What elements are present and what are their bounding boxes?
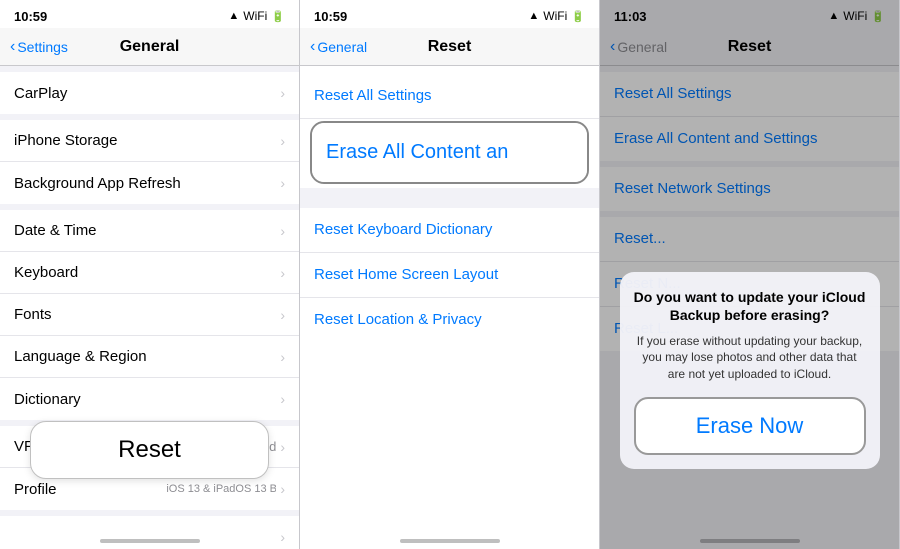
status-icons-2: ▲ WiFi 🔋 [528, 9, 585, 23]
status-icons-1: ▲ WiFi 🔋 [228, 9, 285, 23]
bg-refresh-label: Background App Refresh [14, 175, 181, 192]
nav-back-1[interactable]: ‹ Settings [10, 38, 68, 56]
fonts-right: › [276, 307, 285, 323]
nav-bar-1: ‹ Settings General [0, 28, 299, 66]
nav-back-label-1[interactable]: Settings [17, 39, 68, 55]
carplay-right: › [276, 85, 285, 101]
settings-item-iphone-storage[interactable]: iPhone Storage › [0, 120, 299, 162]
status-time-1: 10:59 [14, 9, 47, 24]
nav-bar-2: ‹ General Reset [300, 28, 599, 66]
wifi-icon-2: WiFi [543, 9, 567, 23]
battery-icon: 🔋 [271, 10, 285, 23]
nav-title-1: General [120, 38, 180, 56]
settings-group-storage: iPhone Storage › Background App Refresh … [0, 120, 299, 204]
separator-2 [300, 188, 599, 208]
signal-icon: ▲ [228, 10, 239, 22]
reset-location-item[interactable]: Reset Location & Privacy [300, 298, 599, 342]
storage-right: › [276, 133, 285, 149]
status-time-2: 10:59 [314, 9, 347, 24]
reset-keyboard-item[interactable]: Reset Keyboard Dictionary [300, 208, 599, 253]
reset-button[interactable]: Reset [30, 421, 269, 479]
erase-all-item[interactable]: Erase All Content an [312, 123, 587, 182]
settings-item-keyboard[interactable]: Keyboard › [0, 252, 299, 294]
screen1: 10:59 ▲ WiFi 🔋 ‹ Settings General CarPla… [0, 0, 300, 549]
iphone-storage-label: iPhone Storage [14, 132, 117, 149]
signal-icon-2: ▲ [528, 10, 539, 22]
carplay-label: CarPlay [14, 85, 67, 102]
language-label: Language & Region [14, 348, 147, 365]
screen2: 10:59 ▲ WiFi 🔋 ‹ General Reset Reset All… [300, 0, 600, 549]
chevron-right-icon-5: › [280, 265, 285, 281]
chevron-right-icon-2: › [280, 133, 285, 149]
reset-options-group: Reset Keyboard Dictionary Reset Home Scr… [300, 208, 599, 342]
language-right: › [276, 349, 285, 365]
reset-keyboard-label: Reset Keyboard Dictionary [314, 221, 492, 238]
datetime-label: Date & Time [14, 222, 97, 239]
status-bar-1: 10:59 ▲ WiFi 🔋 [0, 0, 299, 28]
alert-dialog: Do you want to update your iCloud Backup… [620, 272, 880, 469]
reset-home-item[interactable]: Reset Home Screen Layout [300, 253, 599, 298]
reset-all-item[interactable]: Reset All Settings [300, 74, 599, 119]
reset-button-area: Reset [0, 411, 299, 489]
wifi-icon: WiFi [243, 9, 267, 23]
settings-item-datetime[interactable]: Date & Time › [0, 210, 299, 252]
chevron-right-icon-4: › [280, 223, 285, 239]
reset-location-label: Reset Location & Privacy [314, 311, 482, 328]
settings-item-carplay[interactable]: CarPlay › [0, 72, 299, 114]
battery-icon-2: 🔋 [571, 10, 585, 23]
chevron-right-icon-7: › [280, 349, 285, 365]
datetime-right: › [276, 223, 285, 239]
fonts-label: Fonts [14, 306, 52, 323]
dictionary-label: Dictionary [14, 391, 81, 408]
settings-item-fonts[interactable]: Fonts › [0, 294, 299, 336]
reset-all-label: Reset All Settings [314, 87, 432, 104]
settings-item-bg-refresh[interactable]: Background App Refresh › [0, 162, 299, 204]
erase-now-button[interactable]: Erase Now [634, 397, 866, 455]
home-indicator-1 [100, 539, 200, 543]
erase-all-label: Erase All Content an [326, 141, 508, 163]
nav-back-label-2[interactable]: General [317, 39, 367, 55]
reset-all-container: Reset All Settings [300, 74, 599, 119]
screen3: 11:03 ▲ WiFi 🔋 ‹ General Reset Reset All… [600, 0, 900, 549]
settings-group-carplay: CarPlay › [0, 72, 299, 114]
chevron-right-icon-11: › [280, 529, 285, 545]
keyboard-label: Keyboard [14, 264, 78, 281]
bg-right: › [276, 175, 285, 191]
reset-home-label: Reset Home Screen Layout [314, 266, 498, 283]
home-indicator-2 [400, 539, 500, 543]
settings-item-extra1[interactable]: › [0, 516, 299, 549]
nav-back-2[interactable]: ‹ General [310, 38, 367, 56]
keyboard-right: › [276, 265, 285, 281]
settings-group-datetime: Date & Time › Keyboard › Fonts › Languag… [0, 210, 299, 420]
chevron-left-icon-2: ‹ [310, 38, 315, 56]
reset-button-label: Reset [118, 436, 181, 463]
nav-title-2: Reset [428, 38, 472, 56]
home-indicator-3 [700, 539, 800, 543]
dictionary-right: › [276, 391, 285, 407]
alert-message: If you erase without updating your backu… [634, 333, 866, 383]
alert-overlay: Do you want to update your iCloud Backup… [600, 0, 899, 549]
erase-all-circled: Erase All Content an [310, 121, 589, 184]
erase-now-label: Erase Now [696, 413, 804, 438]
chevron-right-icon-6: › [280, 307, 285, 323]
settings-group-extra: › › [0, 516, 299, 549]
alert-title: Do you want to update your iCloud Backup… [634, 288, 866, 324]
chevron-right-icon: › [280, 85, 285, 101]
status-bar-2: 10:59 ▲ WiFi 🔋 [300, 0, 599, 28]
settings-item-language[interactable]: Language & Region › [0, 336, 299, 378]
chevron-right-icon-3: › [280, 175, 285, 191]
chevron-right-icon-8: › [280, 391, 285, 407]
chevron-left-icon: ‹ [10, 38, 15, 56]
